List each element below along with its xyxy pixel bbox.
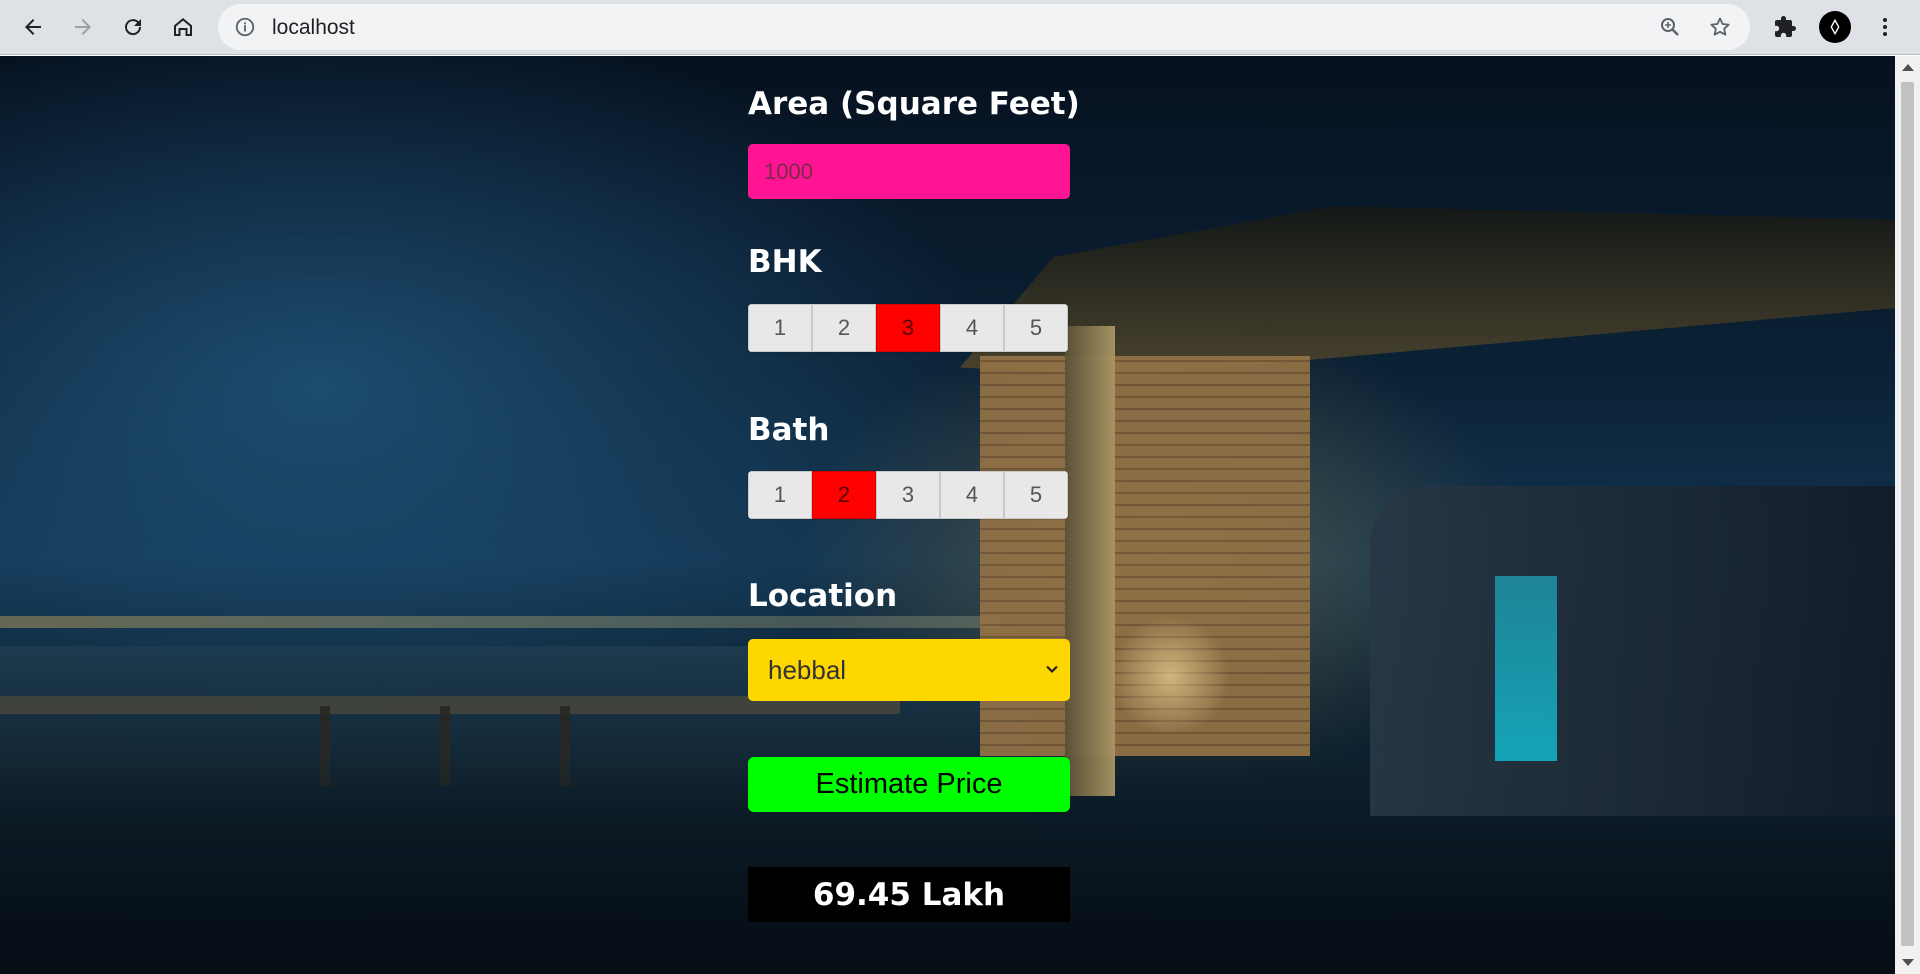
- bath-title: Bath: [748, 412, 830, 448]
- extensions-button[interactable]: [1768, 10, 1802, 44]
- reload-button[interactable]: [114, 8, 152, 46]
- avatar: [1819, 11, 1851, 43]
- bhk-option-3[interactable]: 3: [876, 304, 940, 352]
- kebab-menu-icon: [1883, 18, 1887, 36]
- location-title: Location: [748, 578, 898, 614]
- browser-menu-button[interactable]: [1868, 10, 1902, 44]
- background-wall: [1370, 486, 1895, 816]
- location-selected-value: hebbal: [768, 654, 847, 685]
- area-title: Area (Square Feet): [748, 86, 1080, 122]
- bhk-selector: 1 2 3 4 5: [748, 304, 1068, 352]
- bhk-option-5[interactable]: 5: [1004, 304, 1068, 352]
- forward-button[interactable]: [64, 8, 102, 46]
- star-icon[interactable]: [1708, 15, 1732, 39]
- location-select[interactable]: hebbal: [748, 639, 1070, 701]
- background-window: [1495, 576, 1557, 761]
- profile-button[interactable]: [1818, 10, 1852, 44]
- scroll-up-arrow-icon[interactable]: [1902, 64, 1914, 71]
- bath-option-5[interactable]: 5: [1004, 471, 1068, 519]
- background-column: [1065, 326, 1115, 796]
- page-scrollbar[interactable]: [1895, 56, 1920, 974]
- bhk-option-4[interactable]: 4: [940, 304, 1004, 352]
- reload-icon: [125, 19, 142, 36]
- background-shoreline: [0, 616, 1000, 628]
- profile-logo-icon: [1830, 18, 1840, 36]
- home-button[interactable]: [164, 8, 202, 46]
- bath-option-4[interactable]: 4: [940, 471, 1004, 519]
- arrow-left-icon: [25, 19, 41, 35]
- bath-selector: 1 2 3 4 5: [748, 471, 1068, 519]
- browser-toolbar: localhost: [0, 0, 1920, 55]
- chevron-down-icon: [1046, 665, 1058, 674]
- url-text[interactable]: localhost: [272, 16, 355, 40]
- back-button[interactable]: [14, 8, 52, 46]
- estimate-price-button[interactable]: Estimate Price: [748, 757, 1070, 812]
- bhk-title: BHK: [748, 244, 822, 280]
- page-viewport: Area (Square Feet) BHK 1 2 3 4 5 Bath 1 …: [0, 56, 1895, 974]
- arrow-right-icon: [75, 19, 91, 35]
- scroll-down-arrow-icon[interactable]: [1902, 959, 1914, 966]
- area-input[interactable]: [748, 144, 1070, 199]
- estimated-price-result: 69.45 Lakh: [748, 867, 1070, 922]
- puzzle-icon: [1775, 16, 1796, 37]
- zoom-icon[interactable]: [1658, 15, 1682, 39]
- bhk-option-2[interactable]: 2: [812, 304, 876, 352]
- bath-option-2[interactable]: 2: [812, 471, 876, 519]
- home-icon: [174, 18, 192, 36]
- scroll-thumb[interactable]: [1901, 82, 1914, 946]
- bath-option-1[interactable]: 1: [748, 471, 812, 519]
- bath-option-3[interactable]: 3: [876, 471, 940, 519]
- background-lamp-glow: [1110, 616, 1230, 736]
- info-icon[interactable]: [234, 16, 256, 38]
- address-bar[interactable]: localhost: [218, 4, 1750, 50]
- bhk-option-1[interactable]: 1: [748, 304, 812, 352]
